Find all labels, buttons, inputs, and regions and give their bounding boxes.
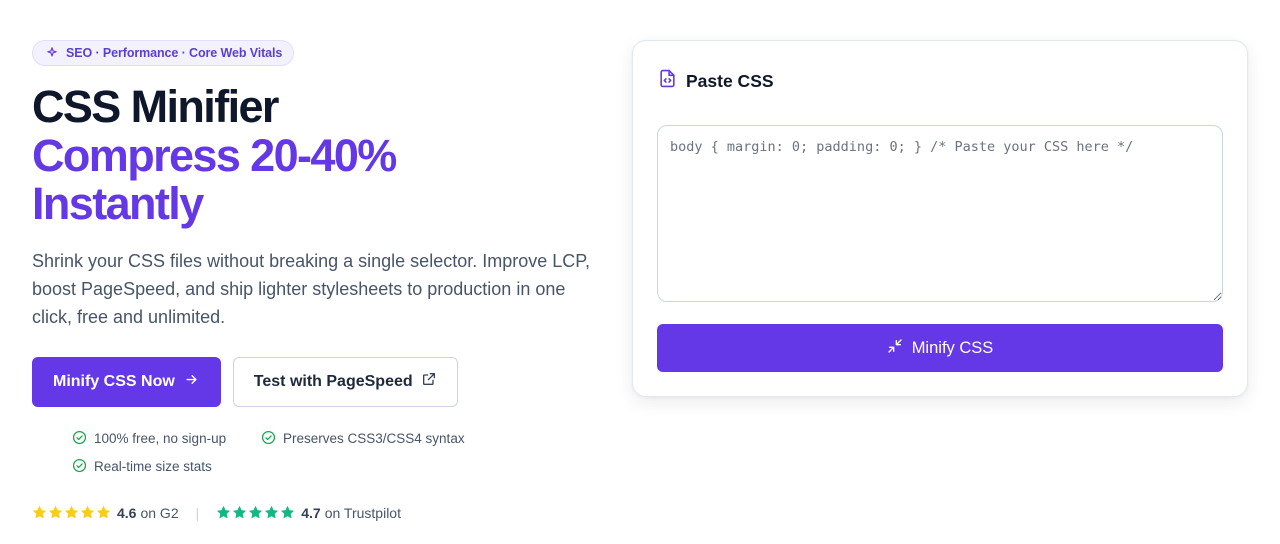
feature-item: Real-time size stats [72, 458, 261, 476]
trustpilot-platform: on Trustpilot [324, 504, 401, 521]
hero-section: SEO · Performance · Core Web Vitals CSS … [32, 40, 602, 521]
ratings-row: 4.6 on G2 | 4.7 on Trustpilot [32, 505, 602, 521]
feature-item: 100% free, no sign-up [72, 430, 261, 448]
minifier-card: Paste CSS Minify CSS [632, 40, 1248, 397]
trustpilot-stars [216, 505, 295, 520]
minify-css-button[interactable]: Minify CSS [657, 324, 1223, 372]
check-circle-icon [261, 430, 276, 448]
g2-score: 4.6 [117, 504, 137, 521]
page-title: CSS Minifier Compress 20-40% Instantly [32, 81, 602, 229]
css-input[interactable] [657, 125, 1223, 302]
star-icon [281, 506, 294, 519]
cta-row: Minify CSS Now Test with PageSpeed [32, 356, 602, 407]
title-line-1: CSS Minifier [32, 81, 279, 132]
card-header: Paste CSS [658, 69, 774, 93]
feature-item: Preserves CSS3/CSS4 syntax [261, 430, 602, 448]
trustpilot-score: 4.7 [301, 504, 321, 521]
minimize-icon [887, 338, 903, 359]
star-icon [65, 506, 78, 519]
sparkles-icon [45, 46, 59, 60]
pagespeed-label: Test with PageSpeed [253, 372, 413, 390]
star-icon [265, 506, 278, 519]
pagespeed-button[interactable]: Test with PageSpeed [232, 356, 458, 407]
category-badge: SEO · Performance · Core Web Vitals [32, 40, 295, 66]
check-circle-icon [72, 458, 87, 476]
title-line-2: Compress 20-40% [32, 129, 397, 181]
star-icon [33, 506, 46, 519]
file-code-icon [658, 69, 677, 93]
star-icon [233, 506, 246, 519]
title-line-3: Instantly [32, 178, 204, 229]
arrow-right-icon [184, 372, 199, 392]
external-link-icon [421, 371, 437, 392]
card-title: Paste CSS [686, 70, 774, 91]
star-icon [249, 506, 262, 519]
feature-text: 100% free, no sign-up [94, 431, 227, 446]
star-icon [49, 506, 62, 519]
star-icon [81, 506, 94, 519]
star-icon [97, 506, 110, 519]
star-icon [217, 506, 230, 519]
g2-stars [32, 505, 111, 520]
minify-now-button[interactable]: Minify CSS Now [32, 356, 221, 407]
minify-now-label: Minify CSS Now [53, 372, 175, 390]
feature-list: 100% free, no sign-up Preserves CSS3/CSS… [72, 430, 602, 476]
feature-text: Real-time size stats [94, 459, 212, 474]
minify-css-label: Minify CSS [911, 338, 994, 357]
badge-text: SEO · Performance · Core Web Vitals [66, 46, 283, 60]
feature-text: Preserves CSS3/CSS4 syntax [283, 431, 465, 446]
hero-description: Shrink your CSS files without breaking a… [32, 250, 590, 327]
check-circle-icon [72, 430, 87, 448]
rating-separator: | [195, 504, 200, 521]
g2-platform: on G2 [140, 504, 179, 521]
